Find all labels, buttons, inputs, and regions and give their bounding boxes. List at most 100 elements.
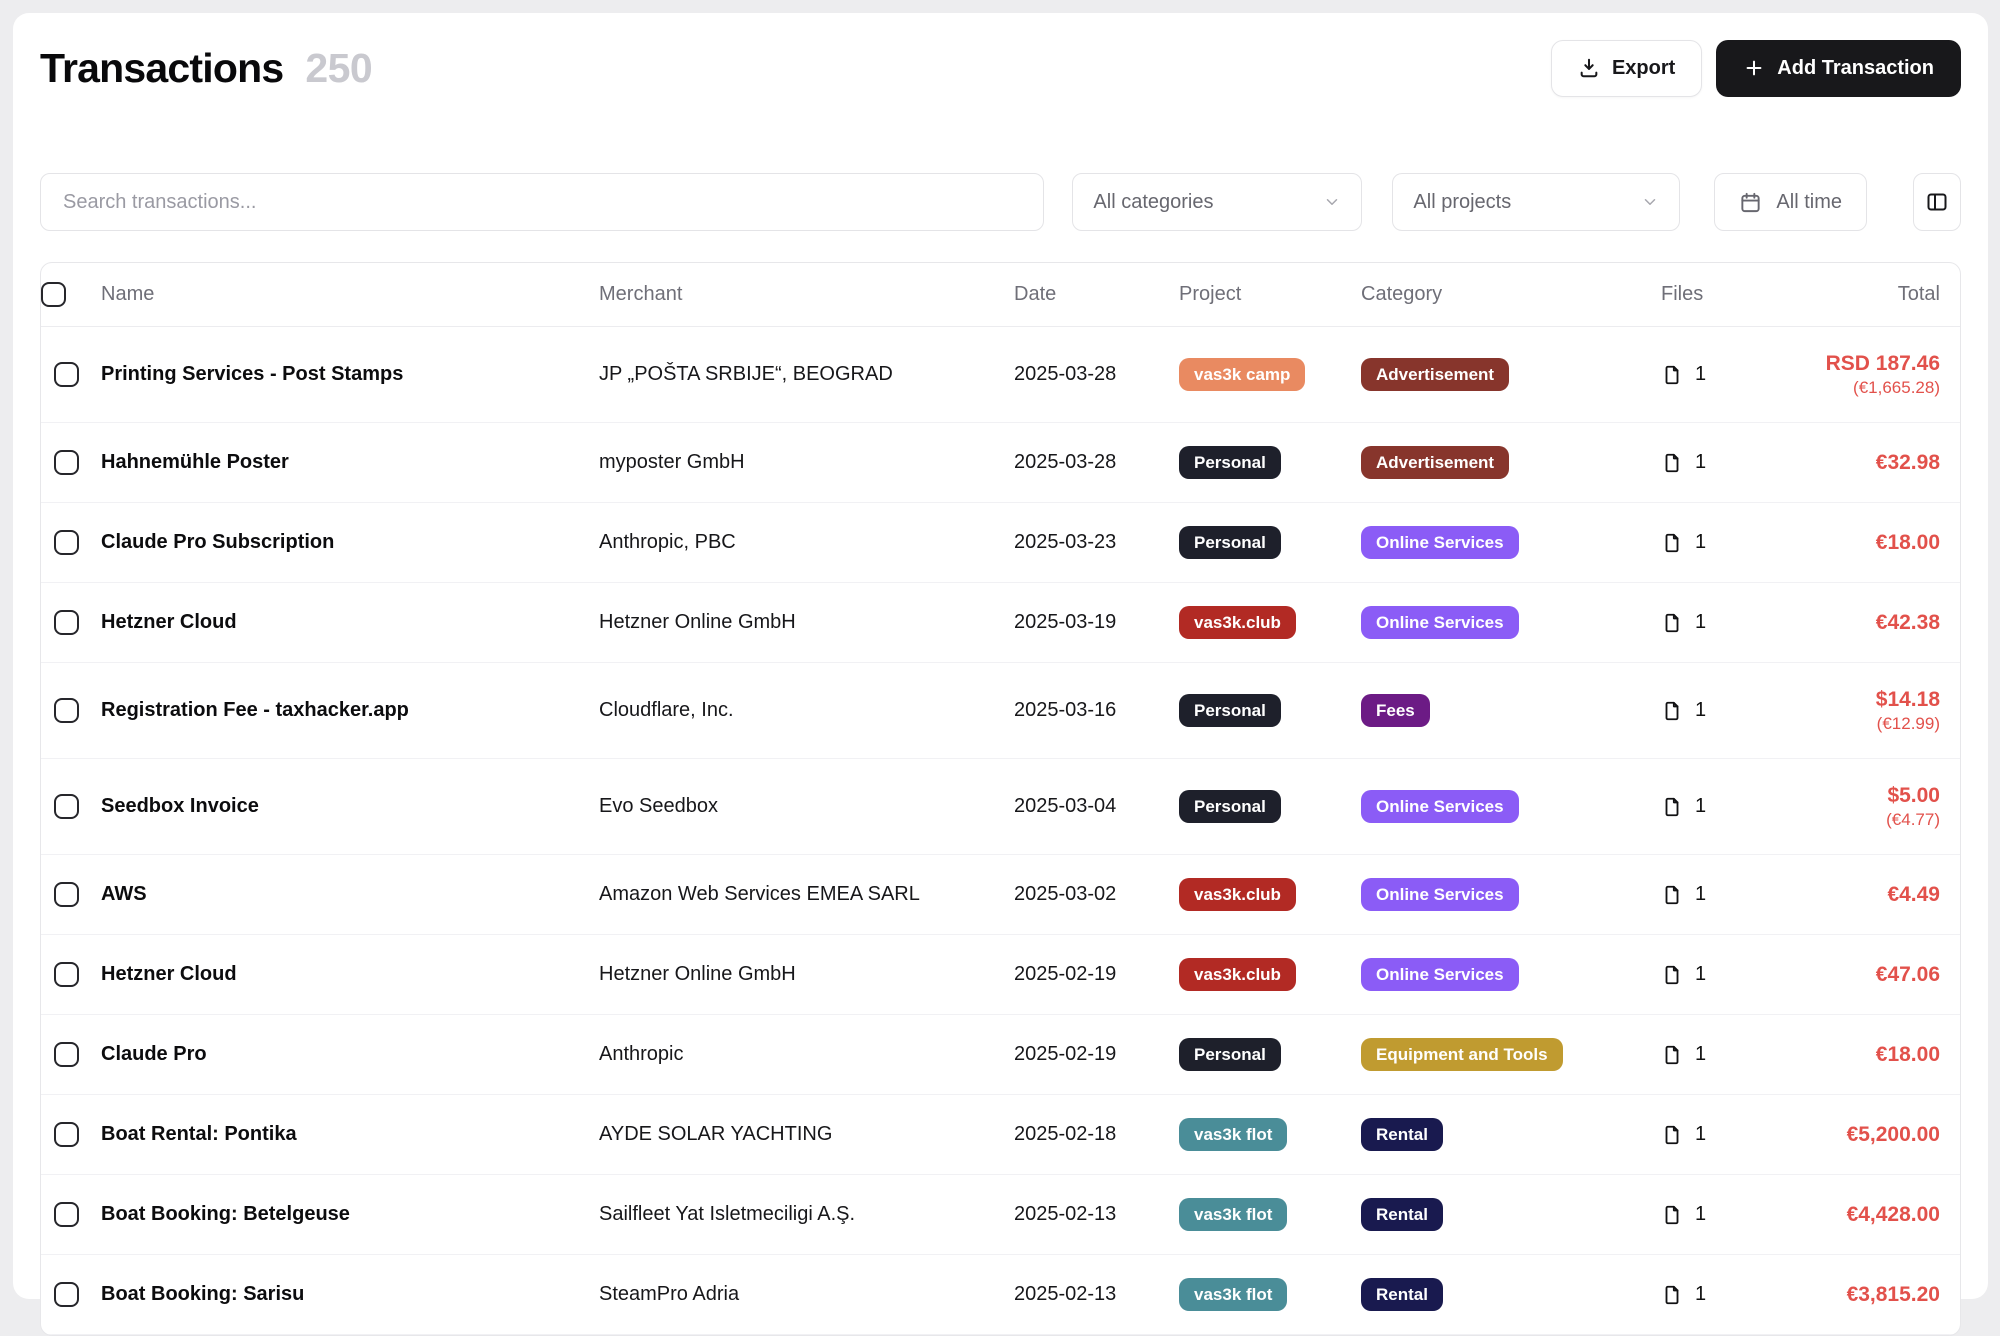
files-cell[interactable]: 1 <box>1661 338 1761 411</box>
category-badge[interactable]: Online Services <box>1361 958 1519 991</box>
transaction-name[interactable]: Printing Services - Post Stamps <box>101 338 599 411</box>
transaction-date: 2025-02-19 <box>1014 1018 1179 1091</box>
transaction-name[interactable]: Hetzner Cloud <box>101 938 599 1011</box>
file-icon <box>1661 452 1683 474</box>
project-cell: Personal <box>1179 1015 1361 1094</box>
category-badge[interactable]: Online Services <box>1361 790 1519 823</box>
category-badge[interactable]: Online Services <box>1361 606 1519 639</box>
table-header-row: Name Merchant Date Project Category File… <box>41 263 1960 327</box>
column-settings-button[interactable] <box>1913 173 1961 231</box>
category-badge[interactable]: Equipment and Tools <box>1361 1038 1563 1071</box>
row-checkbox-cell <box>41 859 101 930</box>
table-row: Printing Services - Post Stamps JP „POŠT… <box>41 327 1960 423</box>
transaction-name[interactable]: Registration Fee - taxhacker.app <box>101 674 599 747</box>
table-body: Printing Services - Post Stamps JP „POŠT… <box>41 327 1960 1335</box>
row-checkbox[interactable] <box>54 362 79 387</box>
files-cell[interactable]: 1 <box>1661 938 1761 1011</box>
files-cell[interactable]: 1 <box>1661 1018 1761 1091</box>
total-amount: RSD 187.46 <box>1761 350 1940 377</box>
project-badge[interactable]: Personal <box>1179 446 1281 479</box>
total-cell: €4.49 <box>1761 858 1960 931</box>
transaction-merchant: Amazon Web Services EMEA SARL <box>599 858 1014 931</box>
row-checkbox[interactable] <box>54 1282 79 1307</box>
project-badge[interactable]: Personal <box>1179 1038 1281 1071</box>
transaction-name[interactable]: Hahnemühle Poster <box>101 426 599 499</box>
categories-select-value: All categories <box>1093 191 1213 214</box>
transaction-name[interactable]: Seedbox Invoice <box>101 770 599 843</box>
total-converted-amount: (€4.77) <box>1761 809 1940 831</box>
row-checkbox[interactable] <box>54 530 79 555</box>
project-badge[interactable]: vas3k.club <box>1179 606 1296 639</box>
category-cell: Rental <box>1361 1175 1661 1254</box>
project-badge[interactable]: vas3k.club <box>1179 878 1296 911</box>
row-checkbox-cell <box>41 675 101 746</box>
transaction-name[interactable]: Hetzner Cloud <box>101 586 599 659</box>
file-icon <box>1661 964 1683 986</box>
category-badge[interactable]: Advertisement <box>1361 358 1509 391</box>
row-checkbox[interactable] <box>54 610 79 635</box>
transaction-name[interactable]: Boat Booking: Betelgeuse <box>101 1178 599 1251</box>
transaction-name[interactable]: AWS <box>101 858 599 931</box>
files-cell[interactable]: 1 <box>1661 506 1761 579</box>
row-checkbox[interactable] <box>54 1122 79 1147</box>
download-icon <box>1578 57 1600 79</box>
category-badge[interactable]: Online Services <box>1361 526 1519 559</box>
transaction-name[interactable]: Boat Booking: Sarisu <box>101 1258 599 1331</box>
total-cell: $14.18 (€12.99) <box>1761 663 1960 758</box>
total-amount: €3,815.20 <box>1761 1281 1940 1308</box>
project-badge[interactable]: vas3k flot <box>1179 1118 1287 1151</box>
files-cell[interactable]: 1 <box>1661 674 1761 747</box>
project-badge[interactable]: vas3k.club <box>1179 958 1296 991</box>
transactions-table: Name Merchant Date Project Category File… <box>40 262 1961 1336</box>
files-cell[interactable]: 1 <box>1661 586 1761 659</box>
category-badge[interactable]: Fees <box>1361 694 1430 727</box>
category-badge[interactable]: Rental <box>1361 1278 1443 1311</box>
row-checkbox[interactable] <box>54 882 79 907</box>
files-cell[interactable]: 1 <box>1661 1098 1761 1171</box>
header-project: Project <box>1179 281 1361 308</box>
project-badge[interactable]: vas3k flot <box>1179 1198 1287 1231</box>
projects-select[interactable]: All projects <box>1392 173 1680 231</box>
file-count: 1 <box>1695 1281 1706 1308</box>
transaction-name[interactable]: Boat Rental: Pontika <box>101 1098 599 1171</box>
file-count: 1 <box>1695 1121 1706 1148</box>
category-badge[interactable]: Rental <box>1361 1118 1443 1151</box>
file-icon <box>1661 796 1683 818</box>
files-cell[interactable]: 1 <box>1661 426 1761 499</box>
transaction-merchant: Anthropic <box>599 1018 1014 1091</box>
file-icon <box>1661 1124 1683 1146</box>
category-badge[interactable]: Rental <box>1361 1198 1443 1231</box>
project-badge[interactable]: Personal <box>1179 694 1281 727</box>
row-checkbox-cell <box>41 939 101 1010</box>
files-cell[interactable]: 1 <box>1661 1258 1761 1331</box>
project-badge[interactable]: vas3k flot <box>1179 1278 1287 1311</box>
row-checkbox[interactable] <box>54 794 79 819</box>
row-checkbox[interactable] <box>54 450 79 475</box>
date-range-filter[interactable]: All time <box>1714 173 1867 231</box>
transaction-name[interactable]: Claude Pro <box>101 1018 599 1091</box>
files-cell[interactable]: 1 <box>1661 770 1761 843</box>
transaction-date: 2025-03-23 <box>1014 506 1179 579</box>
add-transaction-button[interactable]: Add Transaction <box>1716 40 1961 97</box>
total-cell: €32.98 <box>1761 426 1960 499</box>
files-cell[interactable]: 1 <box>1661 858 1761 931</box>
file-count: 1 <box>1695 793 1706 820</box>
row-checkbox[interactable] <box>54 962 79 987</box>
file-count: 1 <box>1695 449 1706 476</box>
total-cell: €42.38 <box>1761 586 1960 659</box>
category-badge[interactable]: Online Services <box>1361 878 1519 911</box>
project-badge[interactable]: Personal <box>1179 790 1281 823</box>
transaction-date: 2025-03-28 <box>1014 426 1179 499</box>
project-badge[interactable]: Personal <box>1179 526 1281 559</box>
transaction-name[interactable]: Claude Pro Subscription <box>101 506 599 579</box>
row-checkbox[interactable] <box>54 1202 79 1227</box>
files-cell[interactable]: 1 <box>1661 1178 1761 1251</box>
project-badge[interactable]: vas3k camp <box>1179 358 1305 391</box>
row-checkbox[interactable] <box>54 1042 79 1067</box>
select-all-checkbox[interactable] <box>41 282 66 307</box>
export-button[interactable]: Export <box>1551 40 1702 97</box>
row-checkbox[interactable] <box>54 698 79 723</box>
categories-select[interactable]: All categories <box>1072 173 1362 231</box>
search-input[interactable] <box>40 173 1044 231</box>
category-badge[interactable]: Advertisement <box>1361 446 1509 479</box>
